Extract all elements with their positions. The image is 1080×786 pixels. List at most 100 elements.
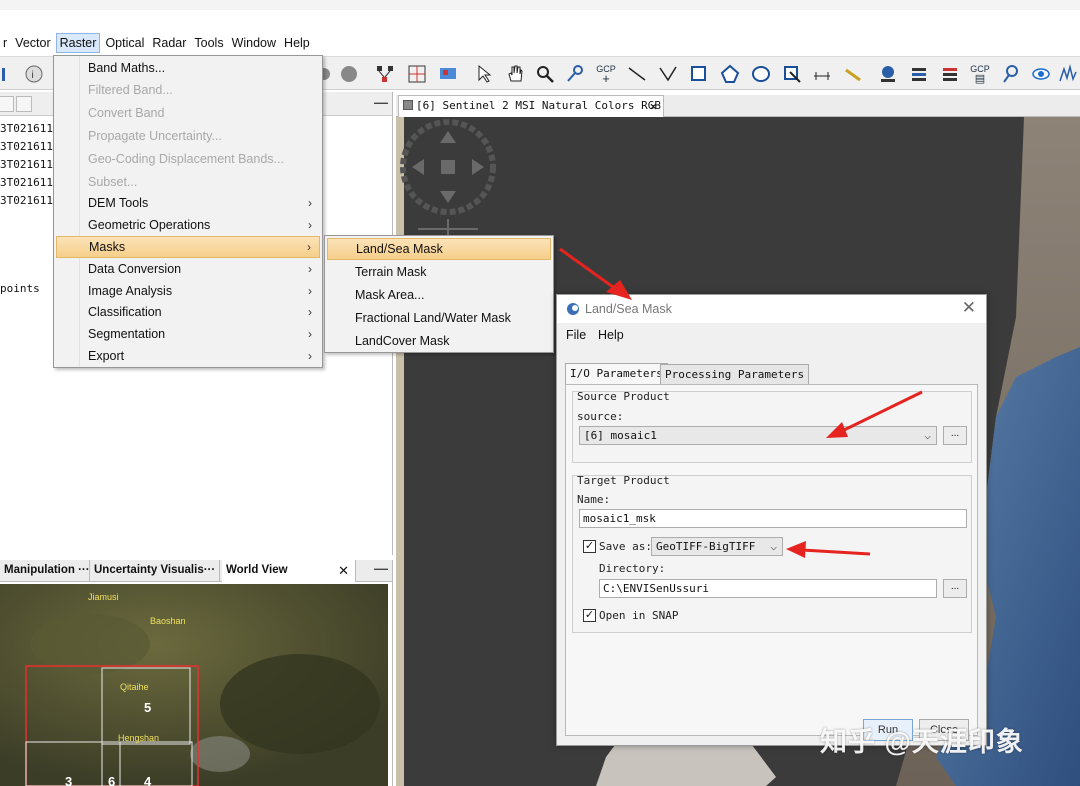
submenu-item-land-sea-mask[interactable]: Land/Sea Mask [327, 238, 551, 260]
menu-tools[interactable]: Tools [191, 33, 226, 53]
eye-icon[interactable] [1029, 62, 1053, 86]
tree-item[interactable]: 3T021611_ [0, 194, 60, 207]
submenu-item-mask-area[interactable]: Mask Area... [327, 284, 551, 306]
browse-source-button[interactable]: ... [943, 426, 967, 445]
chevron-right-icon: › [308, 284, 312, 298]
magic-wand-icon[interactable] [780, 62, 804, 86]
tab-world-view[interactable]: World View ✕ [222, 560, 356, 582]
menu-help[interactable]: Help [281, 33, 313, 53]
menu-vector[interactable]: Vector [12, 33, 53, 53]
chevron-right-icon: › [307, 240, 311, 254]
source-product-group: Source Product source: [6] mosaic1 ⌵ ... [572, 390, 972, 463]
menu-item-export[interactable]: Export › [56, 345, 320, 367]
menu-item-label: Segmentation [88, 327, 166, 341]
save-format-select[interactable]: GeoTIFF-BigTIFF ⌵ [651, 537, 783, 556]
menu-item-label: Filtered Band... [88, 83, 173, 97]
submenu-item-landcover-mask[interactable]: LandCover Mask [327, 330, 551, 352]
tab-manipulation[interactable]: Manipulation ··· [0, 560, 90, 582]
gcp-add-icon[interactable]: GCP + [594, 62, 618, 86]
dialog-menu-help[interactable]: Help [598, 328, 624, 342]
submenu-item-terrain-mask[interactable]: Terrain Mask [327, 261, 551, 283]
close-icon[interactable]: ✕ [650, 96, 657, 116]
tree-item[interactable]: 3T021611_ [0, 140, 60, 153]
directory-field[interactable]: C:\ENVISenUssuri [599, 579, 937, 598]
world-map[interactable]: Jiamusi Baoshan Qitaihe Hengshan 5 3 6 4 [0, 584, 388, 786]
target-product-group: Target Product Name: mosaic1_msk ✓ Save … [572, 474, 972, 633]
menu-item-classification[interactable]: Classification › [56, 301, 320, 323]
dialog-titlebar[interactable]: Land/Sea Mask ✕ [557, 295, 986, 323]
info-icon[interactable]: i [22, 62, 46, 86]
source-product-select[interactable]: [6] mosaic1 ⌵ [579, 426, 937, 445]
chevron-right-icon: › [308, 262, 312, 276]
spectrum-icon[interactable] [1056, 62, 1080, 86]
tile-number: 4 [144, 774, 152, 786]
close-icon[interactable]: ✕ [962, 298, 976, 318]
world-map-icon[interactable] [436, 62, 460, 86]
browse-directory-button[interactable]: ... [943, 579, 967, 598]
menu-raster[interactable]: Raster [55, 33, 101, 53]
draw-polyline-icon[interactable] [656, 62, 680, 86]
dialog-menu-file[interactable]: File [566, 328, 586, 342]
pan-hand-icon[interactable] [503, 62, 527, 86]
draw-ellipse-icon[interactable] [749, 62, 773, 86]
tree-item[interactable]: 3T021611_ [0, 158, 60, 171]
dialog-title: Land/Sea Mask [585, 302, 672, 316]
pin-manager-icon[interactable] [876, 62, 900, 86]
zoom-icon[interactable] [533, 62, 557, 86]
menu-item-convert-band: Convert Band [56, 102, 320, 124]
panel-tab-stub[interactable] [0, 96, 14, 112]
directory-label: Directory: [599, 562, 666, 575]
tile-number: 6 [108, 774, 116, 786]
dialog-body: Source Product source: [6] mosaic1 ⌵ ...… [565, 384, 978, 736]
menu-radar[interactable]: Radar [149, 33, 189, 53]
histogram-icon[interactable] [0, 62, 20, 86]
minimize-icon[interactable]: — [374, 94, 388, 110]
menu-item-data-conversion[interactable]: Data Conversion › [56, 258, 320, 280]
close-icon[interactable]: ✕ [338, 560, 349, 581]
menu-item-label: Geo-Coding Displacement Bands... [88, 152, 284, 166]
menu-item-label: Subset... [88, 175, 138, 189]
target-name-field[interactable]: mosaic1_msk [579, 509, 967, 528]
menu-item-segmentation[interactable]: Segmentation › [56, 323, 320, 345]
raster-menu: Band Maths... Filtered Band... Convert B… [53, 55, 323, 368]
tab-io-parameters[interactable]: I/O Parameters [565, 363, 668, 385]
menu-item-label: Export [88, 349, 125, 363]
grid-icon[interactable] [405, 62, 429, 86]
tab-world-view-label: World View [226, 564, 288, 576]
menu-item-geometric-operations[interactable]: Geometric Operations › [56, 214, 320, 236]
menu-window[interactable]: Window [229, 33, 279, 53]
pin-add-icon[interactable] [564, 62, 588, 86]
range-finder-icon[interactable] [810, 62, 834, 86]
menu-file-partial[interactable]: r [0, 33, 10, 53]
menu-item-image-analysis[interactable]: Image Analysis › [56, 280, 320, 302]
draw-polygon-icon[interactable] [718, 62, 742, 86]
measure-icon[interactable] [841, 62, 865, 86]
save-as-checkbox[interactable]: ✓ [583, 540, 596, 553]
panel-tab-stub-2[interactable] [16, 96, 32, 112]
sphere-icon[interactable] [337, 62, 361, 86]
submenu-item-fractional-land-water-mask[interactable]: Fractional Land/Water Mask [327, 307, 551, 329]
layer-edit-icon[interactable] [938, 62, 962, 86]
menu-item-masks[interactable]: Masks › [56, 236, 320, 258]
tab-uncertainty[interactable]: Uncertainty Visualis··· [90, 560, 220, 582]
menu-optical[interactable]: Optical [102, 33, 147, 53]
menu-item-propagate-uncertainty: Propagate Uncertainty... [56, 125, 320, 147]
layer-stack-icon[interactable] [907, 62, 931, 86]
tree-item[interactable]: 3T021611_ [0, 122, 60, 135]
draw-rectangle-icon[interactable] [687, 62, 711, 86]
watermark: 知乎 @天涯印象 [820, 727, 1024, 757]
tree-item[interactable]: 3T021611_ [0, 176, 60, 189]
pixel-info-icon[interactable] [999, 62, 1023, 86]
menu-item-band-maths[interactable]: Band Maths... [56, 57, 320, 79]
select-pointer-icon[interactable] [472, 62, 496, 86]
draw-line-icon[interactable] [625, 62, 649, 86]
tree-item-points[interactable]: points [0, 282, 40, 295]
tab-processing-parameters[interactable]: Processing Parameters [660, 364, 810, 385]
map-label: Hengshan [118, 733, 160, 743]
minimize-icon[interactable]: — [374, 560, 388, 576]
menu-item-dem-tools[interactable]: DEM Tools › [56, 192, 320, 214]
open-in-snap-checkbox[interactable]: ✓ [583, 609, 596, 622]
tab-image-view[interactable]: [6] Sentinel 2 MSI Natural Colors RGB ✕ [398, 95, 664, 117]
network-icon[interactable] [373, 62, 397, 86]
gcp-manager-icon[interactable]: GCP ▤ [968, 62, 992, 86]
